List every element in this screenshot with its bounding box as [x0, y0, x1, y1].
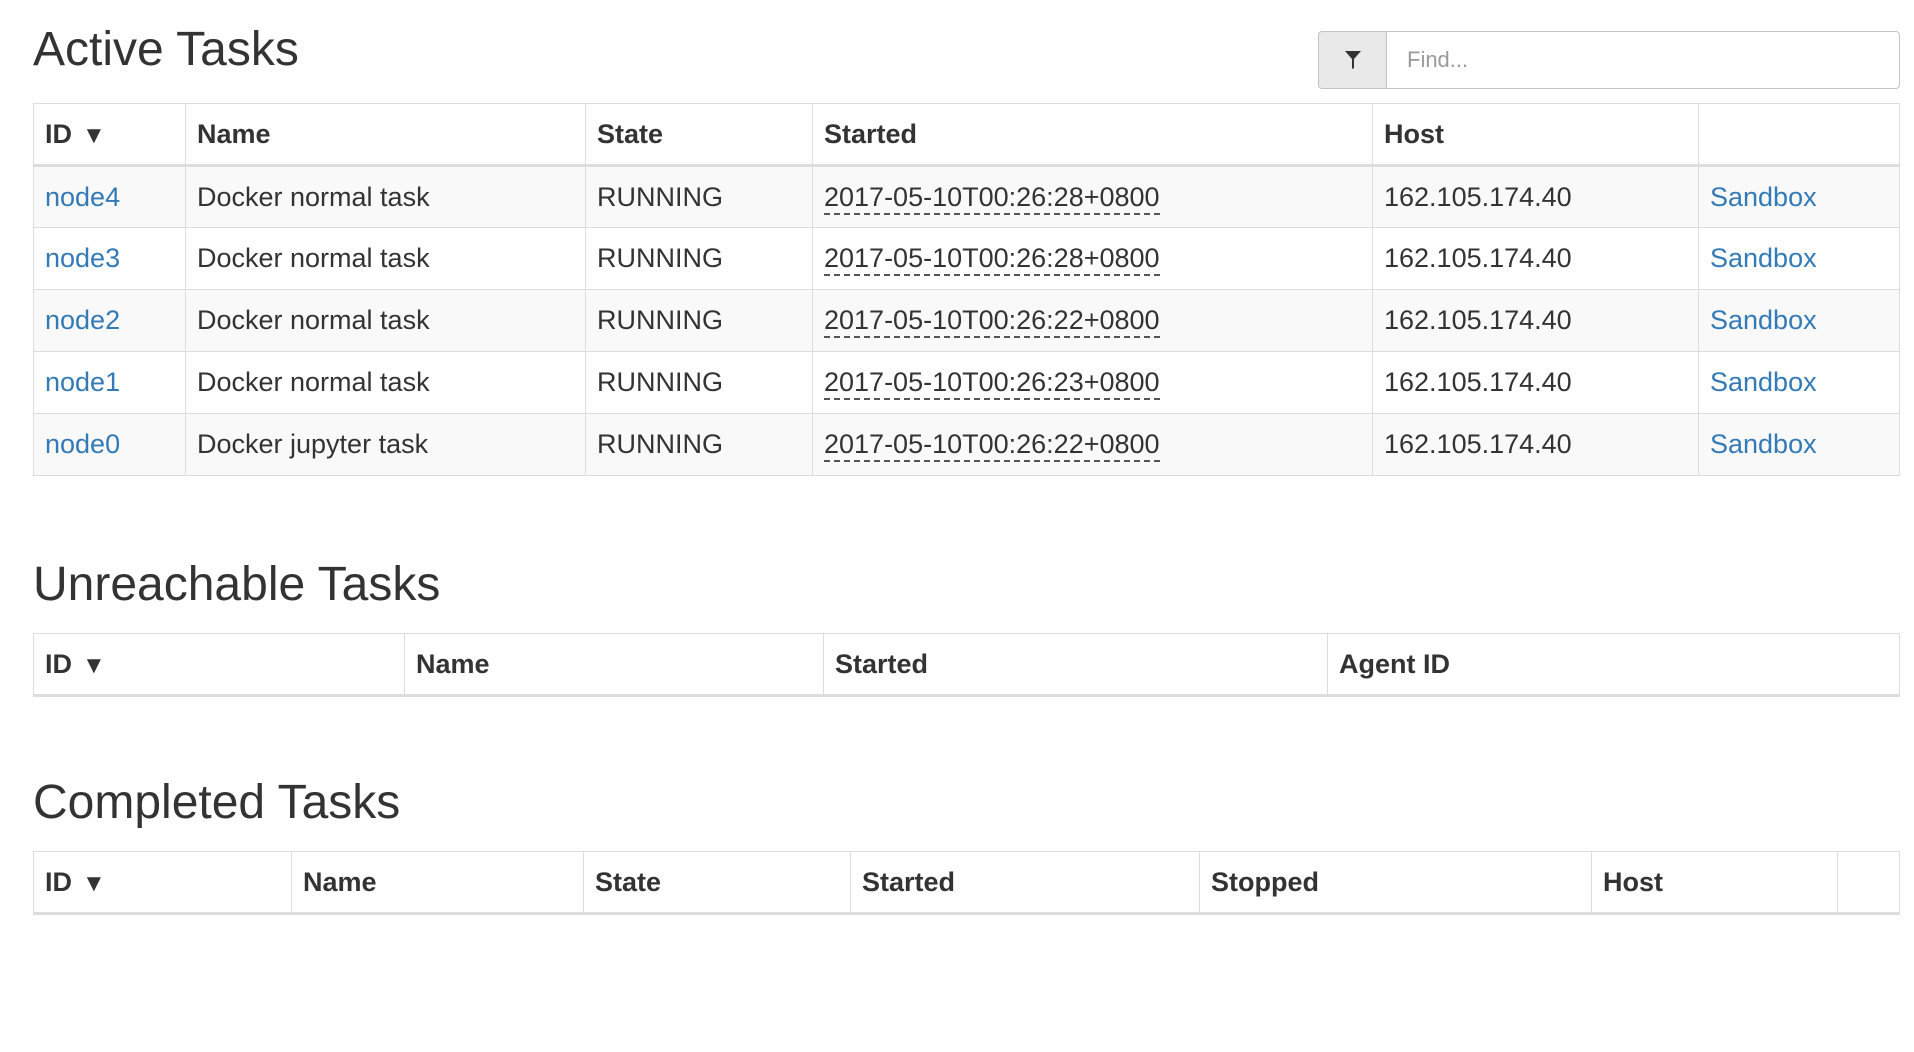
completed-tasks-table-wrap: ID ▼ Name State Started Stopped Host: [33, 851, 1900, 915]
find-input[interactable]: [1386, 31, 1900, 89]
sandbox-link[interactable]: Sandbox: [1710, 367, 1817, 397]
col-state-header[interactable]: State: [583, 851, 851, 915]
col-started-header[interactable]: Started: [823, 633, 1328, 697]
unreachable-tasks-section: Unreachable Tasks: [33, 561, 1899, 609]
task-id-link[interactable]: node1: [45, 367, 120, 397]
task-name: Docker normal task: [185, 351, 586, 414]
task-name: Docker normal task: [185, 227, 586, 290]
sort-desc-icon: ▼: [82, 651, 106, 679]
tasks-page: Active Tasks ID▼ Name State Started Host: [0, 0, 1914, 1052]
col-host-header[interactable]: Host: [1591, 851, 1838, 915]
col-id-header[interactable]: ID ▼: [33, 633, 405, 697]
task-id-link[interactable]: node3: [45, 243, 120, 273]
task-host: 162.105.174.40: [1372, 351, 1699, 414]
table-row: node3 Docker normal task RUNNING 2017-05…: [33, 227, 1900, 290]
active-tasks-table-wrap: ID ▼ Name State Started Host node4 Docker…: [33, 103, 1900, 476]
task-id-link[interactable]: node4: [45, 182, 120, 212]
task-id-link[interactable]: node2: [45, 305, 120, 335]
sandbox-link[interactable]: Sandbox: [1710, 305, 1817, 335]
col-host-header[interactable]: Host: [1372, 103, 1699, 167]
task-started-timestamp: 2017-05-10T00:26:23+0800: [824, 367, 1160, 400]
sandbox-link[interactable]: Sandbox: [1710, 243, 1817, 273]
task-host: 162.105.174.40: [1372, 289, 1699, 352]
sandbox-link[interactable]: Sandbox: [1710, 182, 1817, 212]
col-state-header[interactable]: State: [585, 103, 813, 167]
table-row: node1 Docker normal task RUNNING 2017-05…: [33, 351, 1900, 414]
col-started-header[interactable]: Started: [850, 851, 1200, 915]
completed-tasks-table: ID ▼ Name State Started Stopped Host: [33, 851, 1900, 915]
table-header-row: ID ▼ Name State Started Host: [33, 103, 1900, 167]
col-id-header[interactable]: ID ▼: [33, 103, 186, 167]
col-name-header[interactable]: Name: [185, 103, 586, 167]
completed-tasks-section: Completed Tasks: [33, 779, 1899, 827]
col-id-header[interactable]: ID ▼: [33, 851, 292, 915]
completed-tasks-title: Completed Tasks: [33, 776, 401, 829]
col-started-header[interactable]: Started: [812, 103, 1373, 167]
col-agent-id-header[interactable]: Agent ID: [1327, 633, 1900, 697]
unreachable-tasks-table: ID ▼ Name Started Agent ID: [33, 633, 1900, 697]
unreachable-tasks-table-wrap: ID ▼ Name Started Agent ID: [33, 633, 1900, 697]
sort-desc-icon: ▼: [82, 121, 106, 149]
table-row: node0 Docker jupyter task RUNNING 2017-0…: [33, 413, 1900, 476]
table-row: node4 Docker normal task RUNNING 2017-05…: [33, 165, 1900, 228]
task-host: 162.105.174.40: [1372, 413, 1699, 476]
table-header-row: ID ▼ Name Started Agent ID: [33, 633, 1900, 697]
task-id-link[interactable]: node0: [45, 429, 120, 459]
sandbox-link[interactable]: Sandbox: [1710, 429, 1817, 459]
table-header-row: ID ▼ Name State Started Stopped Host: [33, 851, 1900, 915]
task-started-timestamp: 2017-05-10T00:26:28+0800: [824, 181, 1160, 215]
task-host: 162.105.174.40: [1372, 227, 1699, 290]
col-action-header: [1837, 851, 1900, 915]
active-tasks-table: ID ▼ Name State Started Host node4 Docker…: [33, 103, 1900, 476]
task-started-timestamp: 2017-05-10T00:26:22+0800: [824, 305, 1160, 338]
task-state: RUNNING: [585, 289, 813, 352]
task-host: 162.105.174.40: [1372, 165, 1699, 228]
task-name: Docker jupyter task: [185, 413, 586, 476]
task-started-timestamp: 2017-05-10T00:26:22+0800: [824, 429, 1160, 462]
col-stopped-header[interactable]: Stopped: [1199, 851, 1592, 915]
task-started-timestamp: 2017-05-10T00:26:28+0800: [824, 243, 1160, 276]
task-name: Docker normal task: [185, 165, 586, 228]
find-box: [1318, 31, 1900, 89]
table-row: node2 Docker normal task RUNNING 2017-05…: [33, 289, 1900, 352]
col-name-header[interactable]: Name: [404, 633, 824, 697]
task-state: RUNNING: [585, 227, 813, 290]
task-state: RUNNING: [585, 413, 813, 476]
sort-desc-icon: ▼: [82, 869, 106, 897]
col-action-header: [1698, 103, 1900, 167]
task-state: RUNNING: [585, 165, 813, 228]
unreachable-tasks-title: Unreachable Tasks: [33, 558, 441, 611]
task-state: RUNNING: [585, 351, 813, 414]
filter-icon: [1344, 51, 1361, 69]
col-name-header[interactable]: Name: [291, 851, 584, 915]
task-name: Docker normal task: [185, 289, 586, 352]
filter-button[interactable]: [1318, 31, 1386, 89]
